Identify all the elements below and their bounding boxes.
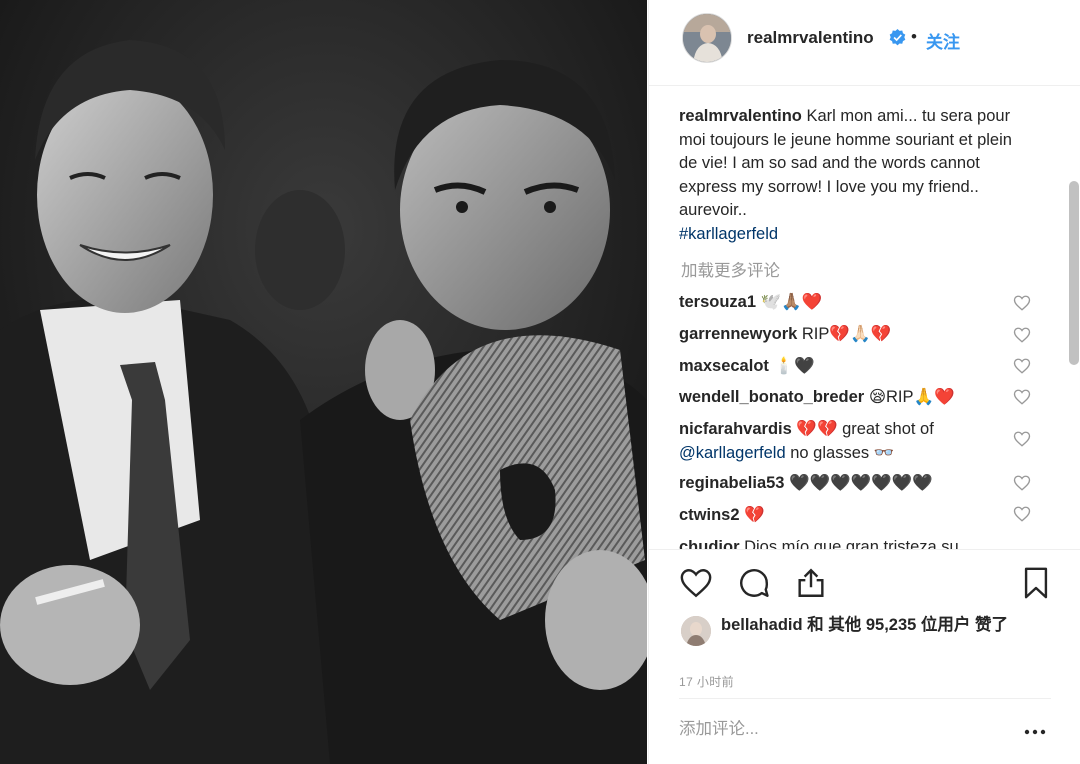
verified-badge-icon [889, 29, 906, 46]
post-actions [649, 549, 1080, 613]
comment-username[interactable]: wendell_bonato_breder [679, 388, 864, 406]
comment-text: RIP💔🙏🏻💔 [801, 325, 892, 343]
comment-row: reginabelia53 🖤🖤🖤🖤🖤🖤🖤 [679, 472, 1019, 496]
comment-text: 💔💔 great shot of [796, 420, 934, 438]
separator-dot: • [911, 27, 917, 46]
share-upload-icon[interactable] [794, 566, 828, 600]
comments-scrollbar[interactable] [1069, 181, 1079, 365]
comment-username[interactable]: reginabelia53 [679, 474, 784, 492]
comment-username[interactable]: garrennewyork [679, 325, 797, 343]
comment-row: tersouza1 🕊️🙏🏽❤️ [679, 291, 1019, 315]
bookmark-icon[interactable] [1019, 566, 1053, 600]
liker-avatar-image [681, 616, 711, 646]
comment-like-heart-icon[interactable] [1013, 430, 1031, 448]
comment-text: 🕊️🙏🏽❤️ [760, 293, 823, 311]
post-timestamp[interactable]: 17 小时前 [679, 673, 734, 690]
likes-text[interactable]: bellahadid 和 其他 95,235 位用户 赞了 [721, 613, 1041, 638]
more-dots-icon[interactable] [1021, 722, 1049, 742]
comment-like-heart-icon[interactable] [1013, 505, 1031, 523]
load-more-comments-button[interactable]: 加载更多评论 [681, 257, 780, 281]
liker-avatar[interactable] [681, 616, 711, 646]
comment-like-heart-icon[interactable] [1013, 294, 1031, 312]
comments-list[interactable]: realmrvalentino Karl mon ami... tu sera … [649, 87, 1080, 549]
comment-username[interactable]: ctwins2 [679, 506, 740, 524]
caption-hashtag[interactable]: #karllagerfeld [679, 223, 1019, 247]
comment-username[interactable]: tersouza1 [679, 293, 756, 311]
comment-username[interactable]: nicfarahvardis [679, 420, 792, 438]
comment-row: maxsecalot 🕯️🖤 [679, 355, 1019, 379]
comment-text: 🖤🖤🖤🖤🖤🖤🖤 [789, 474, 933, 492]
post-header: realmrvalentino • 关注 [649, 0, 1080, 86]
avatar[interactable] [682, 13, 732, 63]
comment-text: Dios mío que gran tristeza su [744, 538, 959, 549]
avatar-image [683, 14, 731, 62]
comment-row: wendell_bonato_breder 😪RIP🙏❤️ [679, 386, 1019, 410]
comment-like-heart-icon[interactable] [1013, 326, 1031, 344]
post-sidebar: realmrvalentino • 关注 realmrvalentino Kar… [648, 0, 1080, 764]
comment-username[interactable]: chudior [679, 538, 740, 549]
comment-like-heart-icon[interactable] [1013, 388, 1031, 406]
comment-mention[interactable]: @karllagerfeld [679, 444, 786, 462]
post-image [0, 0, 647, 764]
comment-row: chudior Dios mío que gran tristeza su [679, 536, 1019, 549]
add-comment-input[interactable] [679, 720, 1009, 739]
heart-outline-icon[interactable] [679, 566, 713, 600]
comment-like-heart-icon[interactable] [1013, 357, 1031, 375]
comment-text: 😪RIP🙏❤️ [868, 388, 955, 406]
post-caption: realmrvalentino Karl mon ami... tu sera … [679, 105, 1019, 246]
comment-text-after: no glasses 👓 [790, 443, 895, 462]
caption-username[interactable]: realmrvalentino [679, 107, 802, 125]
comment-row: garrennewyork RIP💔🙏🏻💔 [679, 323, 1019, 347]
username[interactable]: realmrvalentino [747, 28, 874, 48]
post-photo [0, 0, 647, 764]
comment-row: nicfarahvardis 💔💔 great shot of @karllag… [679, 418, 1019, 465]
comment-like-heart-icon[interactable] [1013, 474, 1031, 492]
comment-text: 💔 [744, 506, 765, 524]
comment-text: 🕯️🖤 [773, 357, 815, 375]
comment-bubble-icon[interactable] [737, 566, 771, 600]
comment-username[interactable]: maxsecalot [679, 357, 769, 375]
follow-button[interactable]: 关注 [926, 28, 960, 53]
comment-row: ctwins2 💔 [679, 504, 1019, 528]
divider [679, 698, 1051, 699]
